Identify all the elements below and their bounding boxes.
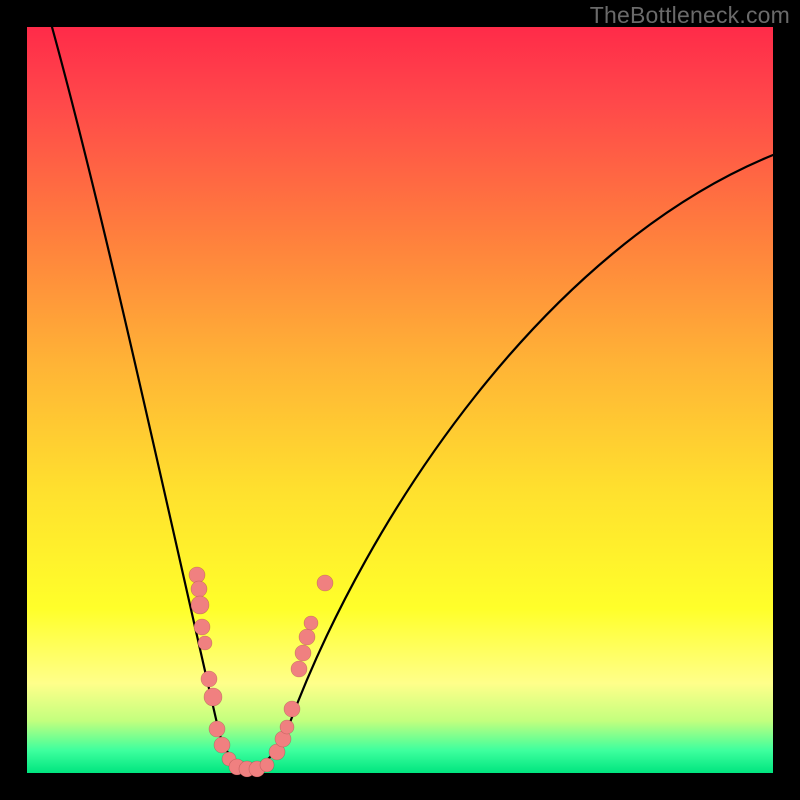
data-dot — [214, 737, 230, 753]
data-dot — [189, 567, 205, 583]
data-dot — [280, 720, 294, 734]
data-dot — [304, 616, 318, 630]
data-dot — [191, 581, 207, 597]
watermark-text: TheBottleneck.com — [590, 2, 790, 29]
plot-area — [27, 27, 773, 773]
data-dot — [198, 636, 212, 650]
data-dot — [284, 701, 300, 717]
curve-right-arm — [250, 155, 773, 767]
data-dot — [291, 661, 307, 677]
data-dot — [260, 758, 274, 772]
curve-left-arm — [52, 27, 250, 767]
data-dot — [299, 629, 315, 645]
bottleneck-curve — [27, 27, 773, 773]
data-dot — [317, 575, 333, 591]
data-dot — [295, 645, 311, 661]
data-dot — [194, 619, 210, 635]
data-dot — [209, 721, 225, 737]
data-dot — [201, 671, 217, 687]
data-dot — [204, 688, 222, 706]
data-dot — [191, 596, 209, 614]
